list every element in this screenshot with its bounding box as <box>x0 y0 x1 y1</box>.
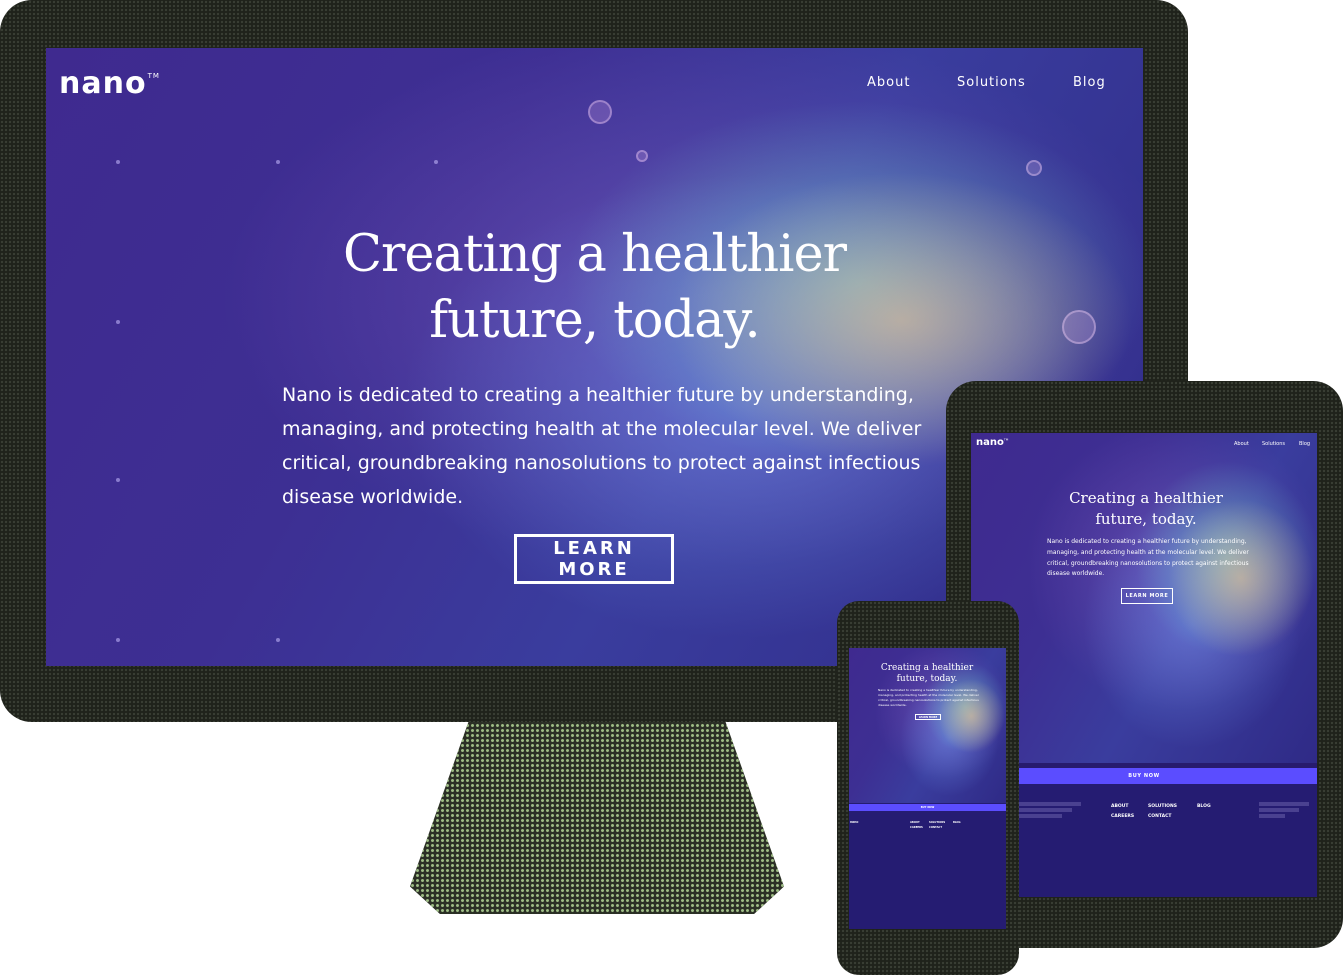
phone-screen: Creating a healthier future, today. Nano… <box>849 648 1006 929</box>
nav-blog-link[interactable]: Blog <box>1073 75 1106 90</box>
tablet-nav-about-link[interactable]: About <box>1234 441 1249 447</box>
decorative-bubble <box>1062 310 1096 344</box>
decorative-speck <box>276 638 280 642</box>
phone-device: Creating a healthier future, today. Nano… <box>837 601 1019 975</box>
phone-learn-more-button[interactable]: LEARN MORE <box>915 714 941 720</box>
phone-footer-solutions-link[interactable]: SOLUTIONS <box>929 821 945 824</box>
tablet-nav-blog-link[interactable]: Blog <box>1299 441 1310 447</box>
phone-footer-careers-link[interactable]: CAREERS <box>910 826 923 829</box>
tablet-hero-description: Nano is dedicated to creating a healthie… <box>1047 538 1249 578</box>
nano-logo[interactable]: nanoTM <box>59 66 160 101</box>
phone-hero-headline: Creating a healthier future, today. <box>880 663 974 684</box>
decorative-bubble <box>588 100 612 124</box>
tablet-footer-contact-link[interactable]: CONTACT <box>1148 814 1171 819</box>
decorative-speck <box>276 160 280 164</box>
tablet-footer-blog-link[interactable]: BLOG <box>1197 804 1211 809</box>
phone-footer-blog-link[interactable]: BLOG <box>953 821 961 824</box>
phone-hero: Creating a healthier future, today. Nano… <box>849 648 1006 803</box>
tablet-footer-careers-link[interactable]: CAREERS <box>1111 814 1134 819</box>
hero-headline: Creating a healthier future, today. <box>246 222 943 354</box>
decorative-speck <box>116 638 120 642</box>
learn-more-button[interactable]: LEARN MORE <box>514 534 674 584</box>
tablet-buy-now-button[interactable]: BUY NOW <box>971 768 1317 784</box>
monitor-stand <box>410 718 784 914</box>
tablet-learn-more-button[interactable]: LEARN MORE <box>1121 588 1173 604</box>
phone-footer-contact-link[interactable]: CONTACT <box>929 826 942 829</box>
decorative-bubble <box>1026 160 1042 176</box>
tablet-footer-about-link[interactable]: ABOUT <box>1111 804 1128 809</box>
tablet-footer-address <box>1259 802 1317 818</box>
hero-description: Nano is dedicated to creating a healthie… <box>282 384 922 508</box>
decorative-speck <box>116 160 120 164</box>
hero-headline-line1: Creating a healthier <box>342 225 847 284</box>
decorative-bubble <box>636 150 648 162</box>
phone-footer-logo[interactable]: nano <box>850 820 858 824</box>
nav-solutions-link[interactable]: Solutions <box>957 75 1026 90</box>
tablet-nav-solutions-link[interactable]: Solutions <box>1262 441 1285 447</box>
decorative-speck <box>434 160 438 164</box>
tablet-footer-solutions-link[interactable]: SOLUTIONS <box>1148 804 1177 809</box>
decorative-speck <box>116 478 120 482</box>
tablet-nano-logo[interactable]: nanoTM <box>976 437 1008 448</box>
tablet-hero: nanoTM About Solutions Blog Creating a h… <box>971 433 1317 763</box>
decorative-speck <box>116 320 120 324</box>
tablet-hero-headline: Creating a healthier future, today. <box>1069 489 1223 528</box>
phone-hero-description: Nano is dedicated to creating a healthie… <box>878 688 979 707</box>
tablet-footer-about-text <box>1019 802 1081 818</box>
hero-headline-line2: future, today. <box>429 291 761 350</box>
tablet-screen: nanoTM About Solutions Blog Creating a h… <box>971 433 1317 897</box>
nav-about-link[interactable]: About <box>867 75 910 90</box>
tablet-footer: ABOUT SOLUTIONS BLOG CAREERS CONTACT <box>971 784 1317 897</box>
phone-buy-now-button[interactable]: BUY NOW <box>849 804 1006 811</box>
phone-footer-about-link[interactable]: ABOUT <box>910 821 920 824</box>
